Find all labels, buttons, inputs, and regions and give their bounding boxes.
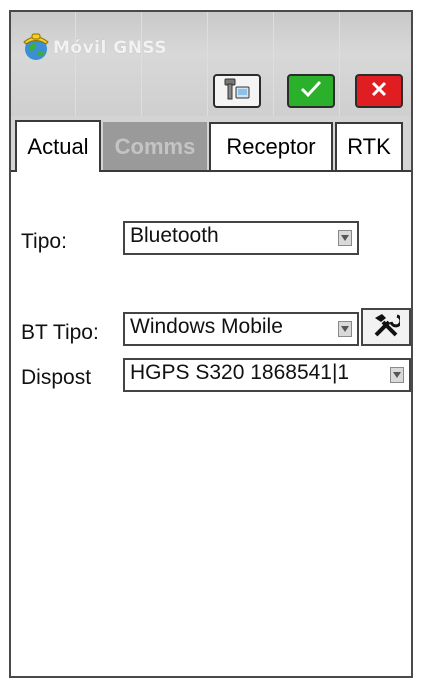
tab-actual[interactable]: Actual	[15, 120, 101, 172]
tipo-label: Tipo:	[21, 230, 67, 253]
tab-rtk[interactable]: RTK	[335, 122, 403, 170]
gnss-logo-icon	[21, 32, 51, 62]
title-bar-tile	[273, 12, 274, 116]
tipo-select[interactable]: Bluetooth	[123, 221, 359, 255]
title-bar-tile	[207, 12, 208, 116]
dropdown-arrow-icon	[338, 321, 352, 337]
dropdown-arrow-icon	[390, 367, 404, 383]
cancel-button[interactable]	[355, 74, 403, 108]
device-settings-button[interactable]	[213, 74, 261, 108]
dispost-select[interactable]: HGPS S320 1868541|1	[123, 358, 411, 392]
title-bar: Móvil GNSS	[11, 12, 411, 116]
tab-receptor[interactable]: Receptor	[209, 122, 333, 170]
app-title: Móvil GNSS	[53, 38, 168, 58]
title-bar-tile	[141, 12, 142, 116]
tab-bar: Actual Comms Receptor RTK	[11, 116, 411, 172]
gps-receiver-icon	[222, 77, 252, 105]
close-icon	[369, 79, 389, 103]
bt-tipo-select[interactable]: Windows Mobile	[123, 312, 359, 346]
tools-icon	[372, 312, 403, 342]
tab-comms: Comms	[103, 122, 207, 170]
title-bar-tile	[339, 12, 340, 116]
tipo-value: Bluetooth	[130, 224, 219, 247]
bt-tipo-label: BT Tipo:	[21, 321, 99, 344]
dropdown-arrow-icon	[338, 230, 352, 246]
app-window: Móvil GNSS Actual Comms Receptor RTK Tip…	[9, 10, 413, 678]
bt-settings-button[interactable]	[361, 308, 411, 346]
check-icon	[299, 79, 323, 103]
title-bar-tile	[75, 12, 76, 116]
dispost-value: HGPS S320 1868541|1	[130, 361, 350, 384]
ok-button[interactable]	[287, 74, 335, 108]
bt-tipo-value: Windows Mobile	[130, 315, 283, 338]
dispost-label: Dispost	[21, 366, 92, 389]
